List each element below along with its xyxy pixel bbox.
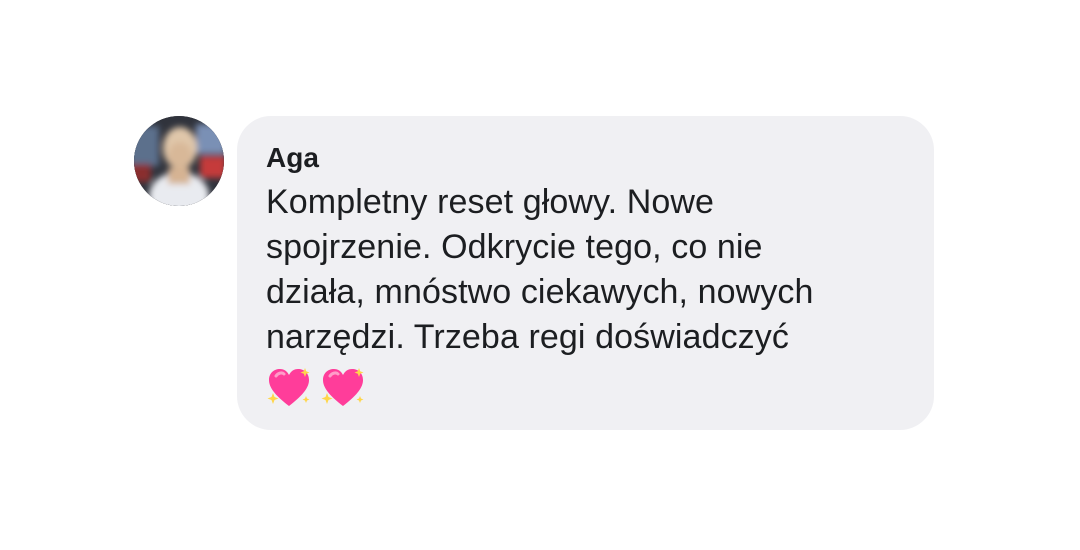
sparkling-heart-icon xyxy=(267,368,310,406)
comment-text: Kompletny reset głowy. Nowe spojrzenie. … xyxy=(266,183,814,356)
avatar[interactable] xyxy=(134,116,224,206)
comment-bubble: Aga Kompletny reset głowy. Nowe spojrzen… xyxy=(237,116,934,430)
avatar-image xyxy=(134,116,224,206)
sparkling-heart-icon xyxy=(321,368,364,406)
comment: Aga Kompletny reset głowy. Nowe spojrzen… xyxy=(134,116,934,430)
emoji-row xyxy=(266,366,904,408)
comment-author[interactable]: Aga xyxy=(266,140,904,176)
